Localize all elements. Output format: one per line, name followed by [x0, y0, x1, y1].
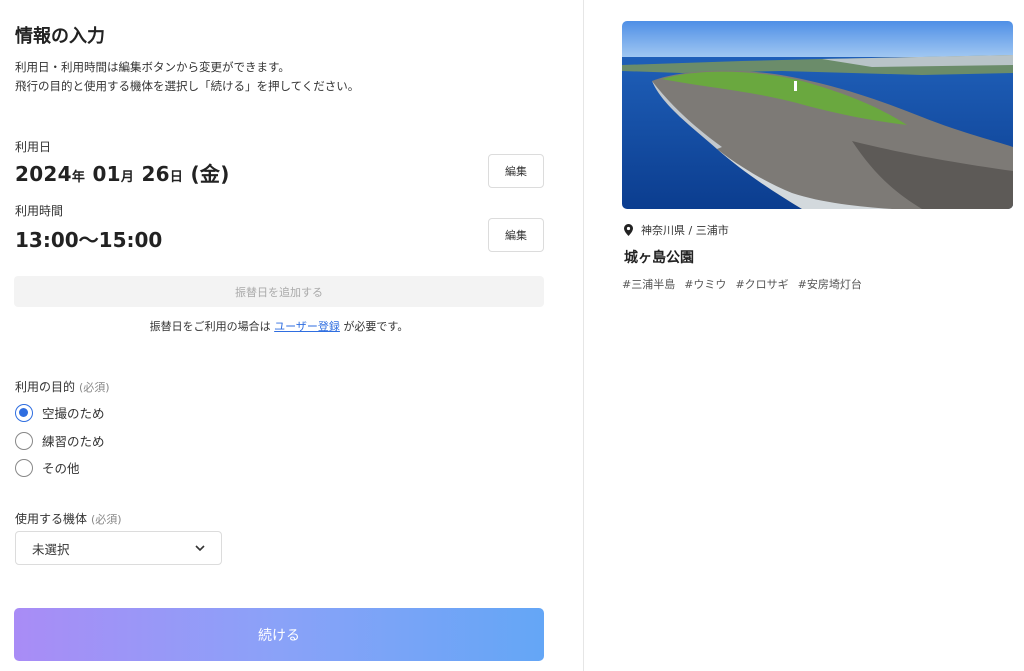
alternate-note: 振替日をご利用の場合は ユーザー登録 が必要です。 — [14, 318, 544, 334]
spot-location-text: 神奈川県 / 三浦市 — [641, 224, 729, 237]
date-label: 利用日 — [15, 140, 52, 154]
purpose-label: 利用の目的 (必須) — [15, 378, 110, 395]
form-panel: 情報の入力 利用日・利用時間は編集ボタンから変更ができます。 飛行の目的と使用す… — [0, 0, 584, 671]
aircraft-selected-value: 未選択 — [32, 541, 70, 557]
date-year-unit: 年 — [71, 170, 86, 185]
purpose-option-label: 練習のため — [42, 434, 105, 449]
time-label: 利用時間 — [15, 204, 64, 218]
spot-tag[interactable]: #ウミウ — [684, 276, 726, 292]
spot-panel: 神奈川県 / 三浦市 城ヶ島公園 #三浦半島 #ウミウ #クロサギ #安房埼灯台 — [584, 0, 1024, 671]
spot-tag[interactable]: #クロサギ — [735, 276, 788, 292]
aircraft-label: 使用する機体 (必須) — [15, 510, 122, 527]
date-month-unit: 月 — [120, 170, 135, 185]
add-alternate-date-button[interactable]: 振替日を追加する — [14, 276, 544, 307]
chevron-down-icon — [195, 543, 205, 553]
purpose-required: (必須) — [79, 381, 110, 394]
aircraft-label-text: 使用する機体 — [15, 512, 88, 526]
date-month: 01 — [92, 162, 121, 186]
spot-name: 城ヶ島公園 — [624, 250, 694, 266]
date-day-unit: 日 — [169, 170, 184, 185]
purpose-option-practice[interactable]: 練習のため — [15, 431, 105, 450]
purpose-option-label: その他 — [42, 461, 80, 476]
alternate-note-suffix: が必要です。 — [343, 320, 409, 333]
intro-line-2: 飛行の目的と使用する機体を選択し「続ける」を押してください。 — [15, 79, 360, 93]
purpose-label-text: 利用の目的 — [15, 380, 76, 394]
page-title: 情報の入力 — [15, 26, 105, 47]
date-year: 2024 — [15, 162, 72, 186]
map-pin-icon — [624, 224, 633, 236]
intro-line-1: 利用日・利用時間は編集ボタンから変更ができます。 — [15, 60, 290, 74]
edit-time-button[interactable]: 編集 — [488, 218, 544, 252]
spot-location: 神奈川県 / 三浦市 — [624, 222, 729, 238]
intro-text: 利用日・利用時間は編集ボタンから変更ができます。 飛行の目的と使用する機体を選択… — [15, 58, 359, 96]
user-registration-link[interactable]: ユーザー登録 — [274, 320, 340, 333]
spot-tags: #三浦半島 #ウミウ #クロサギ #安房埼灯台 — [622, 276, 862, 292]
spot-photo — [622, 21, 1013, 209]
spot-tag[interactable]: #安房埼灯台 — [798, 276, 862, 292]
alternate-note-prefix: 振替日をご利用の場合は — [149, 320, 271, 333]
radio-unchecked-icon[interactable] — [15, 458, 33, 477]
date-day: 26 — [141, 162, 170, 186]
aircraft-required: (必須) — [91, 513, 122, 526]
date-weekday: (金) — [190, 162, 230, 186]
aircraft-select[interactable]: 未選択 — [15, 531, 222, 565]
time-value: 13:00～15:00 — [15, 228, 163, 252]
purpose-option-aerial[interactable]: 空撮のため — [15, 403, 105, 422]
radio-unchecked-icon[interactable] — [15, 431, 33, 450]
date-value: 2024年 01月 26日 (金) — [15, 158, 230, 187]
radio-checked-icon[interactable] — [15, 403, 33, 422]
continue-button[interactable]: 続ける — [14, 608, 544, 661]
purpose-option-other[interactable]: その他 — [15, 458, 80, 477]
spot-tag[interactable]: #三浦半島 — [622, 276, 675, 292]
edit-date-button[interactable]: 編集 — [488, 154, 544, 188]
purpose-option-label: 空撮のため — [42, 406, 105, 421]
